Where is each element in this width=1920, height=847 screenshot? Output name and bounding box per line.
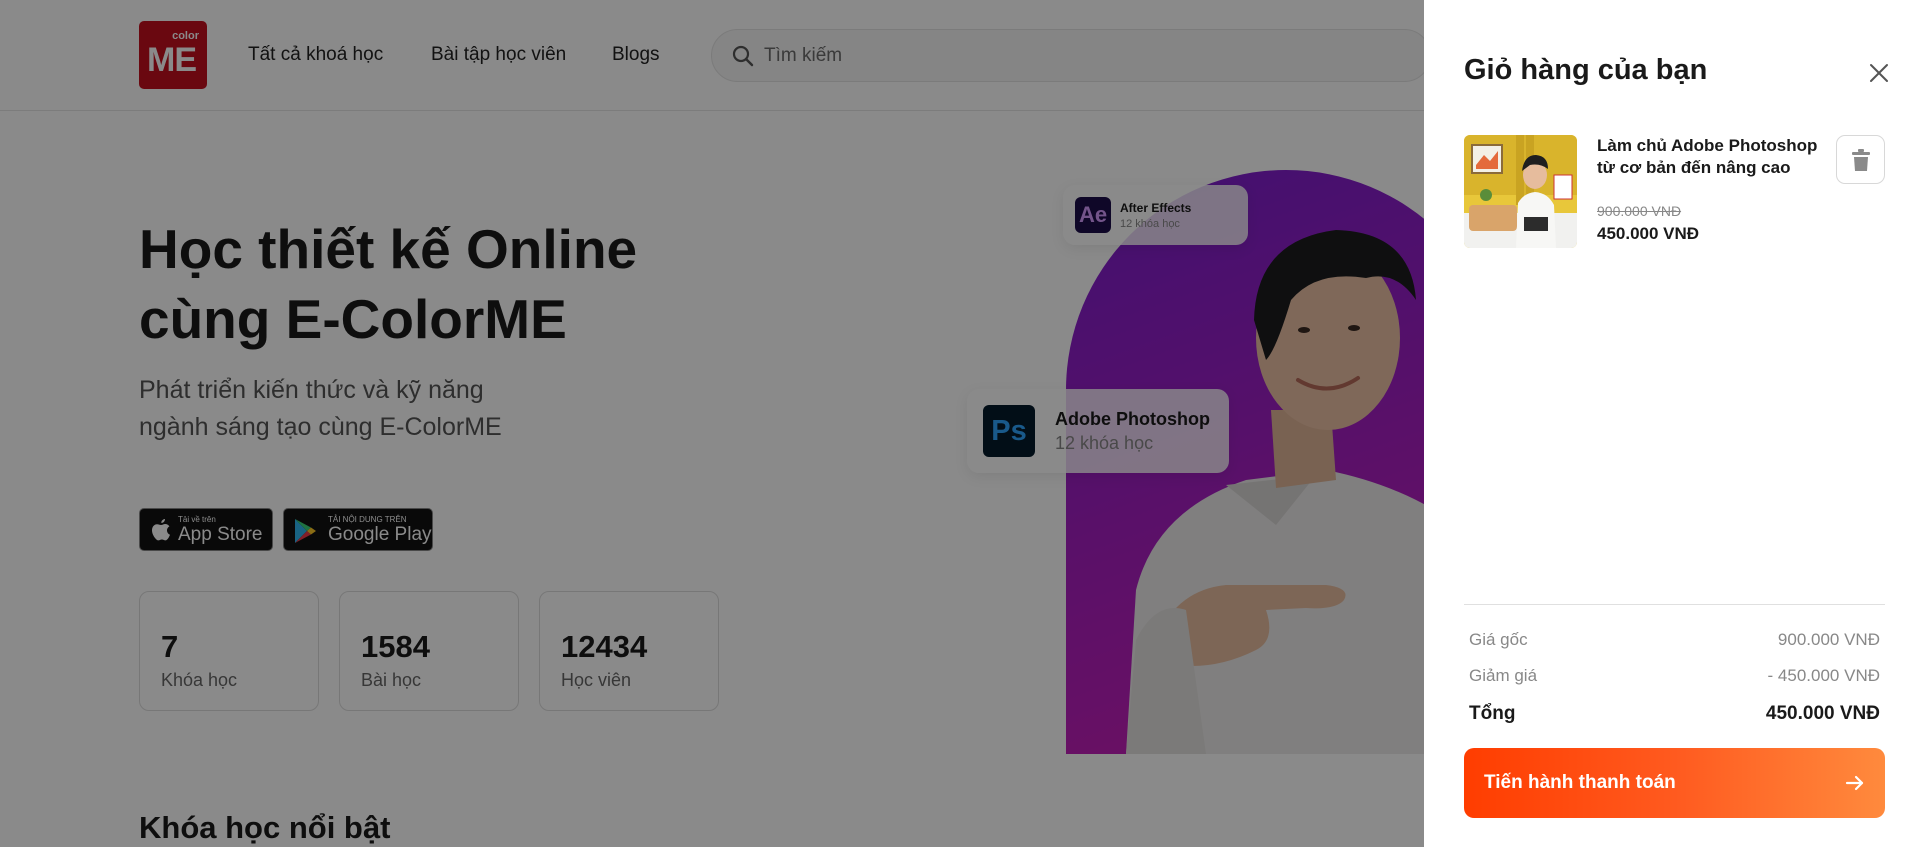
close-cart-button[interactable] [1864,58,1894,88]
summary-total-value: 450.000 VNĐ [1765,703,1880,724]
checkout-button[interactable]: Tiến hành thanh toán [1464,748,1885,818]
summary-original-value: 900.000 VNĐ [1777,630,1880,649]
summary-discount-label: Giảm giá [1469,666,1538,685]
summary-divider [1464,604,1885,605]
remove-item-button[interactable] [1836,135,1885,184]
summary-total-label: Tổng [1469,703,1516,724]
cart-item-price: 450.000 VNĐ [1597,224,1700,243]
cart-item-original-price: 900.000 VNĐ [1597,203,1682,219]
cart-item-title[interactable]: Làm chủ Adobe Photoshop từ cơ bản đến nâ… [1597,135,1827,179]
cart-drawer: Giỏ hàng của bạn Làm chủ Adobe Photoshop… [1424,0,1920,847]
arrow-right-icon [1845,775,1864,791]
trash-icon [1852,149,1870,171]
cart-title: Giỏ hàng của bạn [1464,54,1708,86]
cart-item-thumbnail[interactable] [1464,135,1577,248]
checkout-label: Tiến hành thanh toán [1484,772,1676,793]
summary-original-label: Giá gốc [1469,630,1528,649]
summary-discount-value: - 450.000 VNĐ [1767,666,1880,685]
course-thumbnail-image [1464,135,1577,248]
close-icon [1870,64,1888,82]
